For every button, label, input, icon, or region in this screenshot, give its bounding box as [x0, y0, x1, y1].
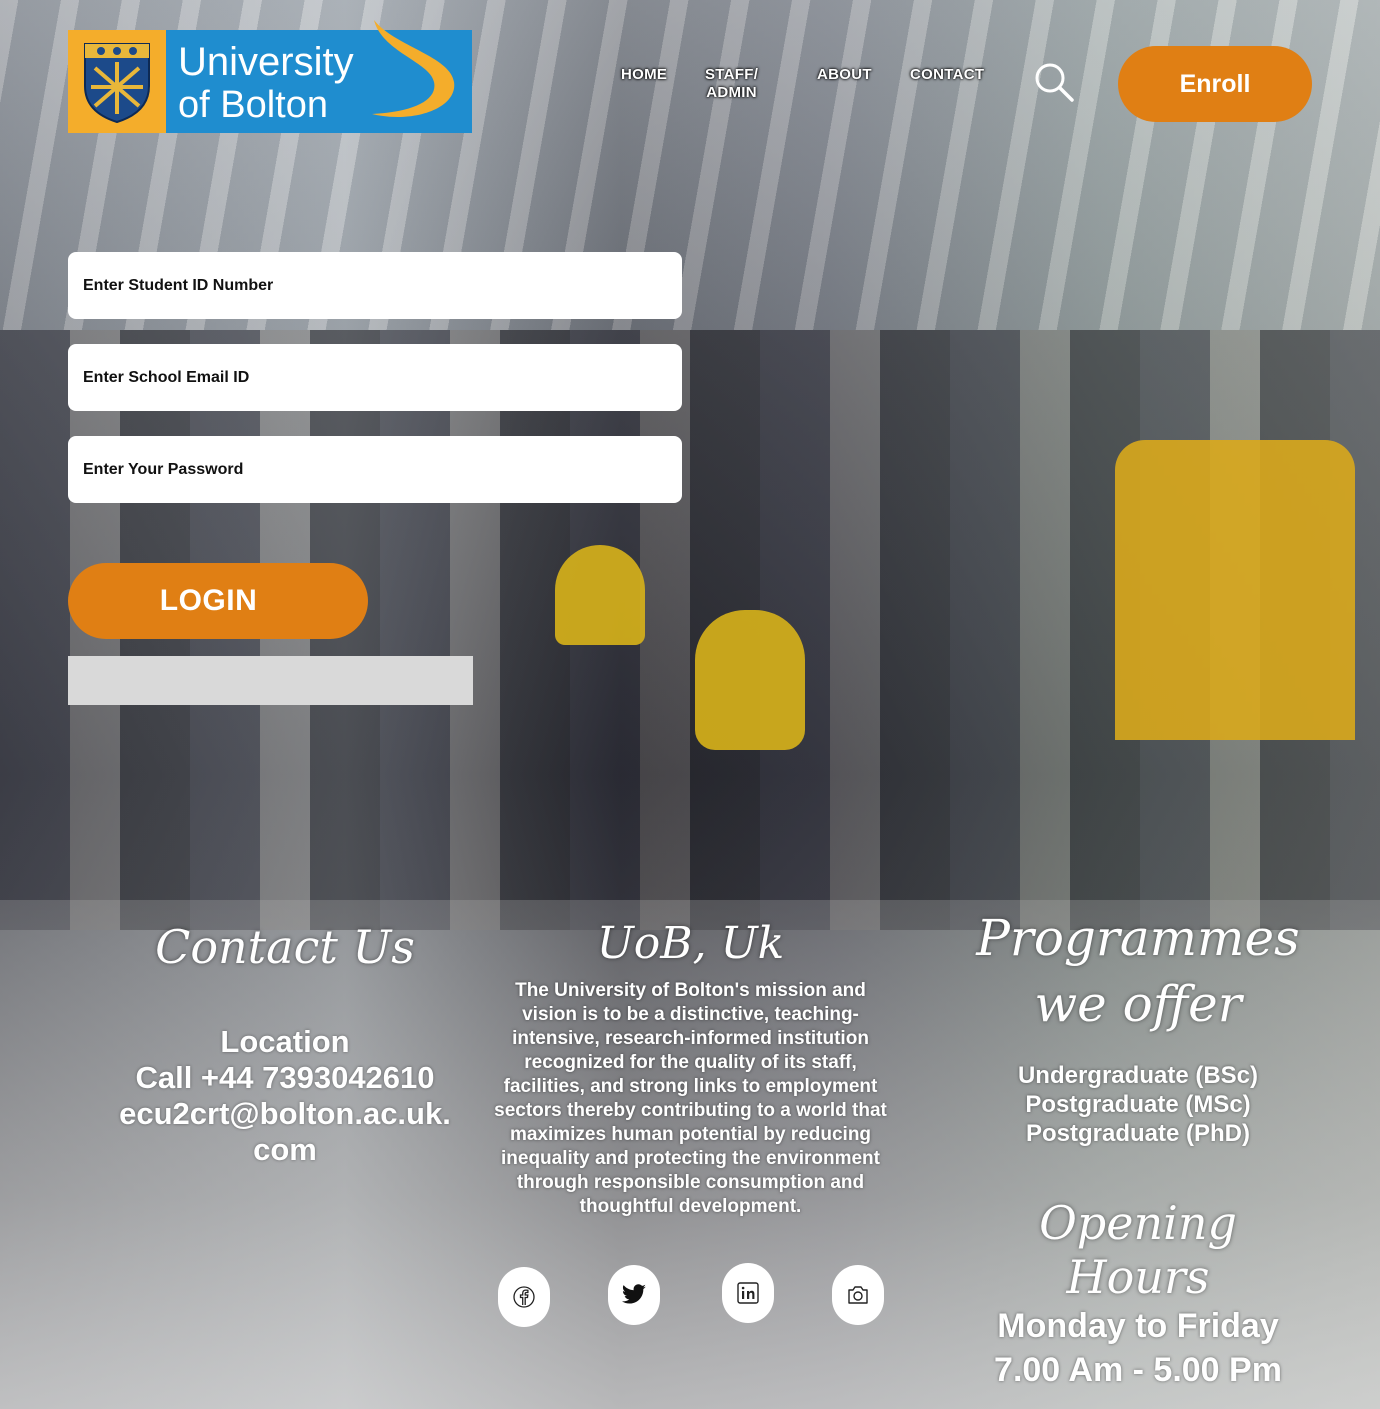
logo-line-2: of Bolton [178, 84, 328, 126]
enroll-button[interactable]: Enroll [1118, 46, 1312, 122]
twitter-icon [621, 1284, 646, 1304]
facebook-link[interactable] [498, 1267, 550, 1327]
logo-line-1: University [178, 40, 354, 84]
linkedin-icon [737, 1282, 759, 1304]
linkedin-link[interactable] [722, 1263, 774, 1323]
opening-hours-days: Monday to Friday [997, 1307, 1279, 1345]
background-yellow-shirt [1115, 440, 1355, 740]
logo-wordmark: University of Bolton [166, 20, 472, 133]
contact-location[interactable]: Location [110, 1024, 460, 1060]
programme-item[interactable]: Undergraduate (BSc) [968, 1061, 1308, 1090]
background-yellow-bag [555, 545, 645, 645]
opening-hours-heading: Opening Hours [1039, 1196, 1237, 1304]
programmes-list: Undergraduate (BSc) Postgraduate (MSc) P… [968, 1061, 1308, 1148]
password-input[interactable] [68, 436, 682, 503]
programme-item[interactable]: Postgraduate (MSc) [968, 1090, 1308, 1119]
instagram-link[interactable] [832, 1265, 884, 1325]
status-bar [68, 656, 473, 705]
crest-background [68, 30, 166, 133]
about-text: The University of Bolton's mission and v… [494, 980, 887, 1217]
crest-icon [84, 42, 150, 123]
facebook-icon [513, 1286, 535, 1308]
login-button[interactable]: LOGIN [68, 563, 368, 639]
programmes-section: Programmes we offer Undergraduate (BSc) … [968, 905, 1308, 1392]
contact-section: Contact Us Location Call +44 7393042610 … [110, 920, 460, 1168]
contact-info: Location Call +44 7393042610 ecu2crt@bol… [110, 1024, 460, 1168]
programme-item[interactable]: Postgraduate (PhD) [968, 1119, 1308, 1148]
nav-staff-line2: ADMIN [706, 84, 757, 101]
background-yellow-bag [695, 610, 805, 750]
contact-email-line2[interactable]: com [110, 1132, 460, 1168]
student-id-input[interactable] [68, 252, 682, 319]
twitter-link[interactable] [608, 1265, 660, 1325]
about-section: UoB, Uk The University of Bolton's missi… [488, 918, 893, 1219]
camera-icon [848, 1286, 868, 1304]
contact-email-line1[interactable]: ecu2crt@bolton.ac.uk. [110, 1096, 460, 1132]
swoosh-icon [372, 20, 455, 118]
nav-staff-admin[interactable]: STAFF/ ADMIN [705, 66, 758, 102]
nav-about[interactable]: ABOUT [817, 66, 872, 84]
school-email-input[interactable] [68, 344, 682, 411]
nav-contact[interactable]: CONTACT [910, 66, 984, 84]
search-icon[interactable] [1033, 61, 1075, 103]
nav-home[interactable]: HOME [621, 66, 667, 84]
university-logo[interactable]: University of Bolton [68, 20, 472, 133]
about-heading: UoB, Uk [596, 918, 785, 969]
contact-heading: Contact Us [155, 920, 415, 974]
contact-phone[interactable]: Call +44 7393042610 [110, 1060, 460, 1096]
opening-hours-time: 7.00 Am - 5.00 Pm [994, 1351, 1282, 1389]
programmes-heading: Programmes we offer [976, 909, 1300, 1033]
nav-staff-line1: STAFF/ [705, 66, 759, 83]
